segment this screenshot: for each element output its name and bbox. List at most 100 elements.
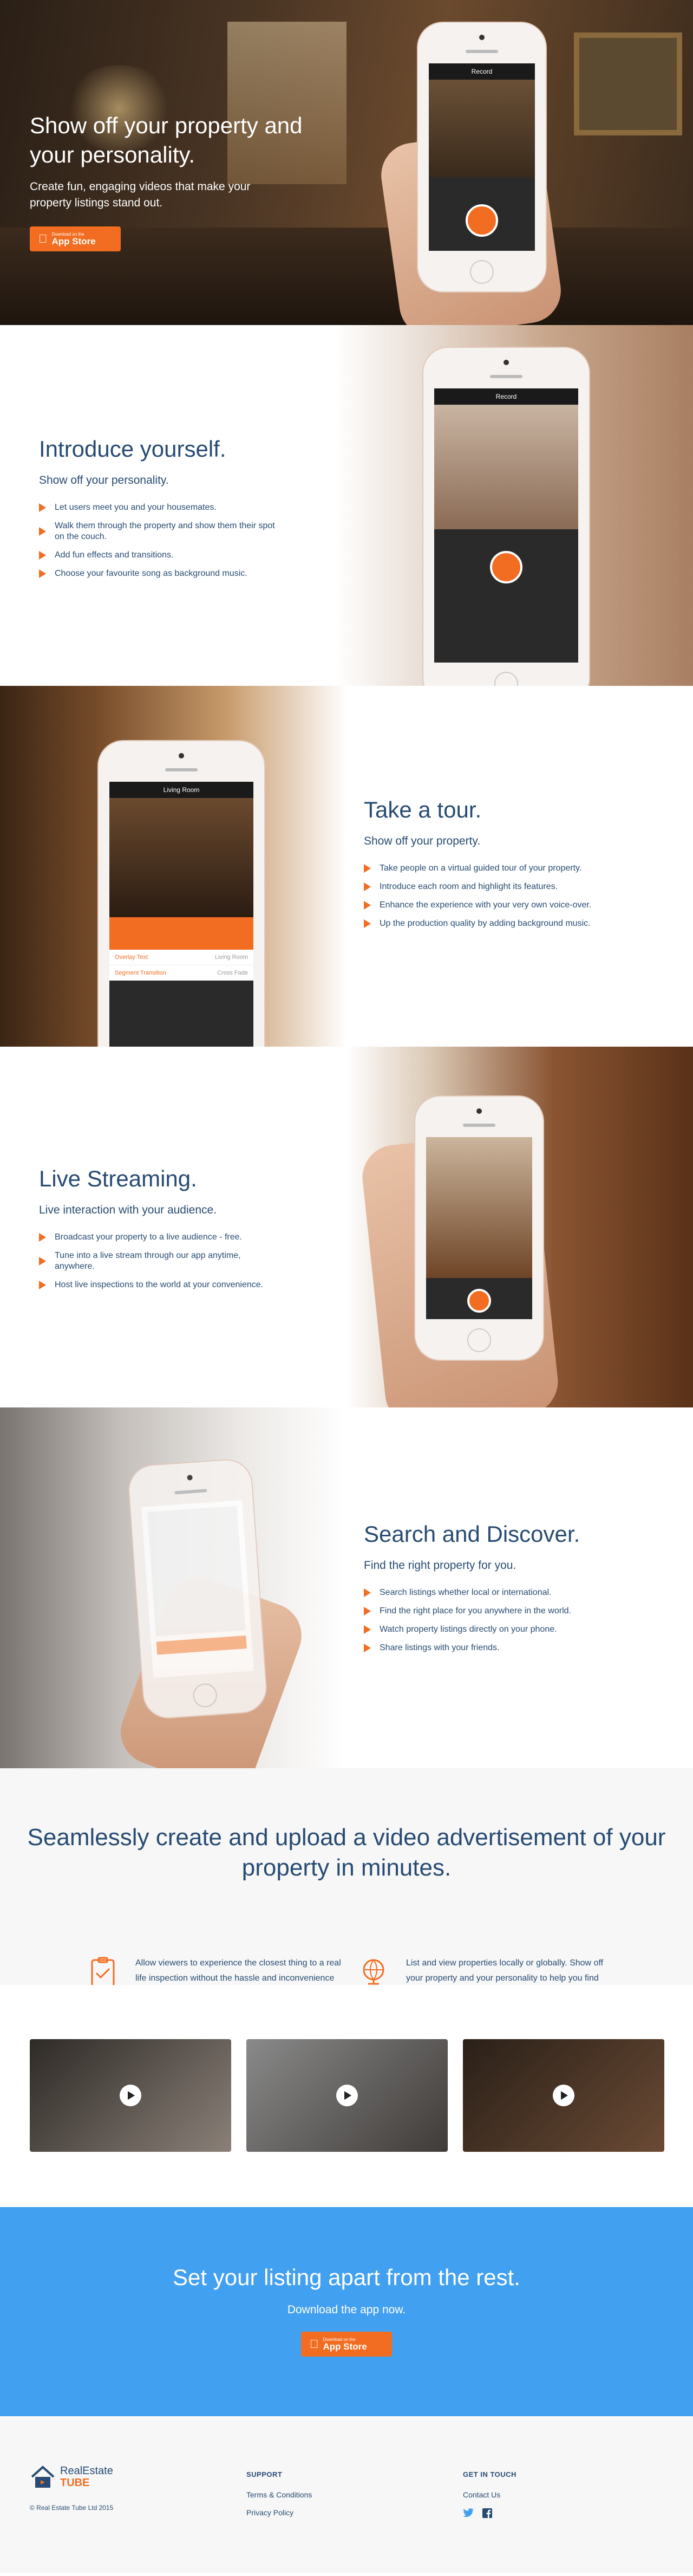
list-item: Share listings with your friends. [364, 1643, 602, 1653]
phone-screen [426, 1137, 532, 1319]
tour-title: Take a tour. [364, 797, 482, 822]
copyright: © Real Estate Tube Ltd 2015 [30, 2504, 114, 2512]
segment-transition-label: Segment Transition [115, 970, 166, 976]
play-icon[interactable] [336, 2085, 358, 2106]
phone-screen: Record [434, 388, 578, 663]
tour-copy: Take a tour. Show off your property. Tak… [364, 797, 602, 937]
record-button [466, 204, 498, 237]
support-heading: SUPPORT [246, 2470, 283, 2478]
phone-mockup [126, 1457, 269, 1721]
introduce-list: Let users meet you and your housemates. … [39, 502, 277, 579]
triangle-bullet-icon [364, 883, 371, 891]
overlay-text-label: Overlay Text [115, 954, 148, 961]
list-item: Enhance the experience with your very ow… [364, 900, 602, 911]
cta-title: Set your listing apart from the rest. [173, 2264, 520, 2290]
apple-icon:  [310, 2337, 319, 2351]
phone-mockup: Record [422, 347, 590, 686]
facebook-icon[interactable] [482, 2508, 492, 2518]
live-streaming-list: Broadcast your property to a live audien… [39, 1232, 277, 1290]
hero-section: Show off your property and your personal… [0, 0, 693, 325]
list-item: Host live inspections to the world at yo… [39, 1280, 277, 1290]
list-item: Let users meet you and your housemates. [39, 502, 277, 513]
list-item-text: Up the production quality by adding back… [380, 919, 591, 928]
logo-text-top: RealEstate [60, 2465, 113, 2477]
search-copy: Search and Discover. Find the right prop… [364, 1521, 602, 1661]
list-item: Take people on a virtual guided tour of … [364, 863, 602, 874]
record-button [490, 551, 522, 583]
phone-screen: Living Room Overlay Text Living Room Segm… [109, 782, 253, 1047]
list-item: Tune into a live stream through our app … [39, 1250, 277, 1272]
play-icon[interactable] [120, 2085, 141, 2106]
footer: RealEstate TUBE © Real Estate Tube Ltd 20… [0, 2416, 693, 2573]
triangle-bullet-icon [364, 1625, 371, 1634]
list-item-text: Find the right place for you anywhere in… [380, 1606, 571, 1615]
logo[interactable]: RealEstate TUBE [30, 2465, 113, 2489]
list-item: Up the production quality by adding back… [364, 918, 602, 929]
record-button [467, 1289, 491, 1313]
video-thumbnail[interactable] [246, 2039, 448, 2152]
search-list: Search listings whether local or interna… [364, 1587, 602, 1653]
cta-subtitle: Download the app now. [287, 2304, 406, 2316]
list-item: Search listings whether local or interna… [364, 1587, 602, 1598]
contact-link[interactable]: Contact Us [463, 2490, 517, 2499]
video-gallery [0, 1985, 693, 2207]
contact-heading: GET IN TOUCH [463, 2470, 517, 2478]
phone-screen [141, 1500, 254, 1678]
list-item-text: Walk them through the property and show … [55, 521, 275, 541]
triangle-bullet-icon [364, 1644, 371, 1652]
house-logo-icon [31, 2465, 55, 2488]
phone-mockup: Record [417, 22, 547, 293]
introduce-title: Introduce yourself. [39, 436, 226, 462]
list-item-text: Choose your favourite song as background… [55, 569, 247, 578]
footer-contact: GET IN TOUCH Contact Us [463, 2470, 517, 2518]
feature-text: List and view properties locally or glob… [406, 1958, 604, 1983]
list-item-text: Broadcast your property to a live audien… [55, 1232, 242, 1242]
triangle-bullet-icon [39, 1281, 46, 1289]
app-store-button[interactable]:  Download on theApp Store [30, 226, 121, 251]
video-thumbnail[interactable] [30, 2039, 231, 2152]
introduce-section: Introduce yourself. Show off your person… [0, 325, 693, 686]
play-icon[interactable] [553, 2085, 574, 2106]
feature-inspection: Allow viewers to experience the closest … [87, 1956, 341, 1985]
list-item-text: Host live inspections to the world at yo… [55, 1280, 264, 1289]
triangle-bullet-icon [364, 919, 371, 928]
phone-screen-title: Living Room [109, 782, 253, 798]
twitter-icon[interactable] [463, 2508, 474, 2518]
search-title: Search and Discover. [364, 1521, 580, 1547]
list-item-text: Tune into a live stream through our app … [55, 1251, 241, 1271]
list-item: Choose your favourite song as background… [39, 568, 277, 579]
app-store-big: App Store [314, 2341, 367, 2352]
list-item-text: Let users meet you and your housemates. [55, 503, 217, 512]
upload-title: Seamlessly create and upload a video adv… [27, 1824, 666, 1881]
globe-icon [363, 1959, 384, 1985]
app-store-button[interactable]:  Download on theApp Store [301, 2332, 392, 2357]
tour-section: Living Room Overlay Text Living Room Segm… [0, 686, 693, 1047]
tour-subtitle: Show off your property. [364, 835, 481, 847]
privacy-link[interactable]: Privacy Policy [246, 2508, 312, 2517]
triangle-bullet-icon [39, 527, 46, 536]
upload-section: Seamlessly create and upload a video adv… [0, 1768, 693, 1985]
introduce-copy: Introduce yourself. Show off your person… [39, 436, 277, 587]
app-store-big: App Store [43, 236, 96, 246]
cta-section: Set your listing apart from the rest. Do… [0, 2207, 693, 2416]
list-item-text: Introduce each room and highlight its fe… [380, 882, 558, 891]
list-item: Walk them through the property and show … [39, 521, 277, 542]
triangle-bullet-icon [39, 1233, 46, 1242]
list-item: Introduce each room and highlight its fe… [364, 881, 602, 892]
list-item-text: Watch property listings directly on your… [380, 1625, 557, 1634]
video-thumbnail[interactable] [463, 2039, 664, 2152]
phone-screen-title: Record [429, 63, 535, 80]
list-item: Broadcast your property to a live audien… [39, 1232, 277, 1243]
list-item: Watch property listings directly on your… [364, 1624, 602, 1635]
triangle-bullet-icon [364, 1588, 371, 1597]
list-item-text: Search listings whether local or interna… [380, 1588, 552, 1597]
hero-subtitle: Create fun, engaging videos that make yo… [30, 180, 251, 209]
live-streaming-subtitle: Live interaction with your audience. [39, 1204, 217, 1216]
terms-link[interactable]: Terms & Conditions [246, 2490, 312, 2499]
triangle-bullet-icon [364, 864, 371, 873]
footer-support: SUPPORT Terms & Conditions Privacy Polic… [246, 2470, 312, 2526]
search-section: Search and Discover. Find the right prop… [0, 1407, 693, 1768]
live-streaming-title: Live Streaming. [39, 1166, 197, 1191]
feature-text: Allow viewers to experience the closest … [135, 1958, 341, 1983]
clipboard-icon [91, 1957, 115, 1985]
